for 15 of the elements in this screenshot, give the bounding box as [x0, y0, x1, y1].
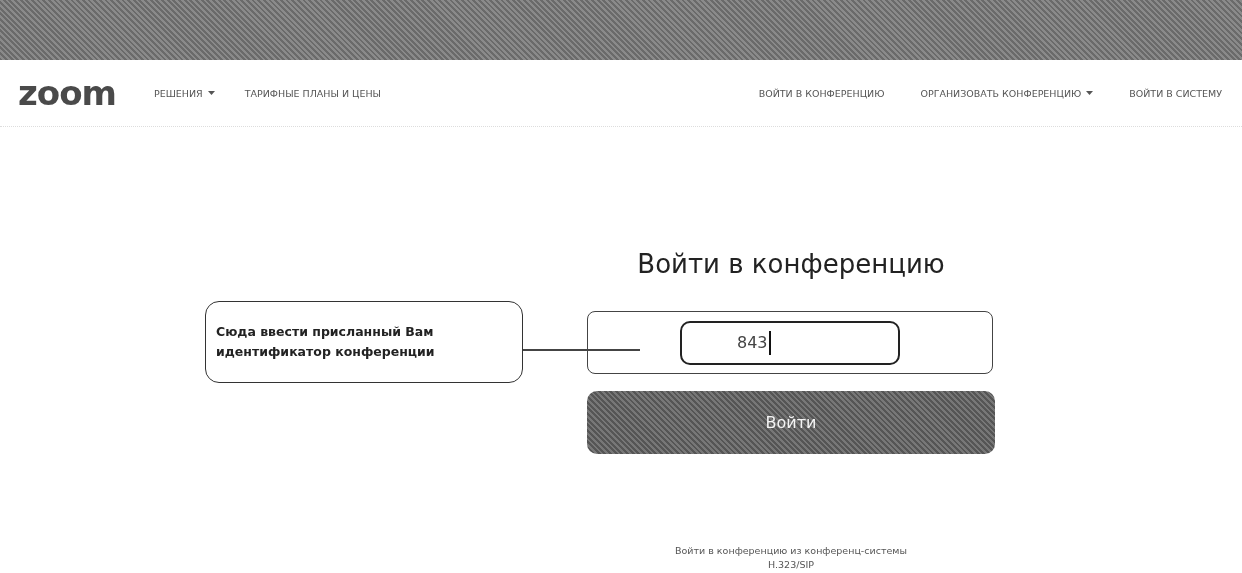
caret-icon	[207, 91, 215, 95]
join-button[interactable]: Войти	[587, 391, 995, 454]
logo[interactable]: zoom	[18, 76, 116, 110]
meeting-id-input[interactable]: 843	[737, 333, 769, 352]
nav-link[interactable]: ОРГАНИЗОВАТЬ КОНФЕРЕНЦИЮ	[920, 87, 1094, 99]
caret-icon	[1086, 91, 1094, 95]
nav-link[interactable]: РЕШЕНИЯ	[153, 87, 215, 99]
page-heading: Войти в конференцию	[636, 249, 946, 279]
nav-link[interactable]: ВОЙТИ В КОНФЕРЕНЦИЮ	[758, 87, 885, 99]
sip-link[interactable]: Войти в конференцию из конференц-системы	[587, 544, 995, 559]
sip-link[interactable]: H.323/SIP	[587, 558, 995, 573]
nav-link[interactable]: ВОЙТИ В СИСТЕМУ	[1129, 87, 1222, 99]
callout-box: Сюда ввести присланный Вам идентификатор конференции	[205, 301, 523, 383]
nav-link[interactable]: ТАРИФНЫЕ ПЛАНЫ И ЦЕНЫ	[244, 87, 381, 99]
text-cursor	[768, 330, 771, 355]
